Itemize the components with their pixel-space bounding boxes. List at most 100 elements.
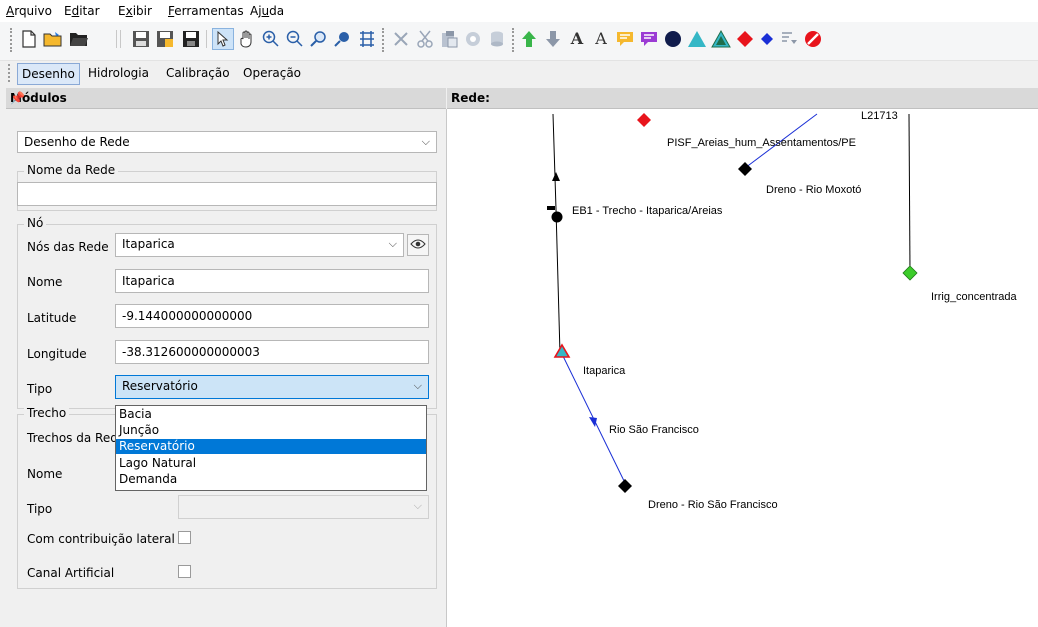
- label-pisf: PISF_Areias_hum_Assentamentos/PE: [667, 137, 856, 149]
- dropdown-option-reservatorio[interactable]: Reservatório: [116, 439, 426, 454]
- zoom-window-icon[interactable]: [332, 28, 354, 50]
- cut-icon[interactable]: [414, 28, 436, 50]
- label-show-icon[interactable]: [614, 28, 636, 50]
- network-diagram: [547, 113, 918, 493]
- menu-arquivo[interactable]: Arquivo: [6, 4, 52, 18]
- tab-hidrologia[interactable]: Hidrologia: [84, 63, 153, 83]
- open-folder-dark-icon[interactable]: [68, 28, 90, 50]
- save-as-icon[interactable]: [154, 28, 176, 50]
- chevron-down-icon: ⌵: [388, 237, 397, 250]
- toolbar-grip[interactable]: [10, 28, 15, 52]
- network-name-input[interactable]: [17, 182, 437, 206]
- menu-exibir[interactable]: Exibir: [118, 4, 152, 18]
- artificial-canal-checkbox[interactable]: [178, 565, 191, 578]
- toolbar: A A: [0, 22, 1038, 61]
- tab-operacao[interactable]: Operação: [239, 63, 305, 83]
- module-select-value: Desenho de Rede: [24, 135, 130, 149]
- dropdown-option-lago-natural[interactable]: Lago Natural: [116, 456, 426, 471]
- link-irrig[interactable]: [908, 113, 911, 273]
- module-tab-bar: Desenho Hidrologia Calibração Operação: [0, 62, 1038, 86]
- save-all-icon[interactable]: [180, 28, 202, 50]
- menu-ajuda[interactable]: Ajuda: [250, 4, 284, 18]
- reach-type-select[interactable]: ⌵: [178, 495, 429, 519]
- label-dreno-sao-francisco: Dreno - Rio São Francisco: [648, 499, 778, 511]
- label-irrig: Irrig_concentrada: [931, 291, 1017, 303]
- label-eb1: EB1 - Trecho - Itaparica/Areias: [572, 205, 723, 217]
- modules-panel-header: Módulos 📌: [6, 88, 446, 109]
- label-rio-sao-francisco: Rio São Francisco: [609, 424, 699, 436]
- nodes-select-value: Itaparica: [122, 237, 175, 251]
- zoom-extent-icon[interactable]: [308, 28, 330, 50]
- node-group-title: Nó: [24, 216, 47, 230]
- node-lake-icon[interactable]: [710, 28, 732, 50]
- font-decrease-icon[interactable]: A: [590, 28, 612, 50]
- pump-station-eb1[interactable]: [547, 206, 563, 223]
- stop-icon[interactable]: [802, 28, 824, 50]
- menu-ferramentas[interactable]: Ferramentas: [168, 4, 244, 18]
- move-down-icon[interactable]: [542, 28, 564, 50]
- nodes-select[interactable]: Itaparica ⌵: [115, 233, 404, 257]
- module-select[interactable]: Desenho de Rede ⌵: [17, 131, 437, 153]
- pin-icon[interactable]: 📌: [10, 91, 438, 105]
- view-node-button[interactable]: [407, 234, 429, 256]
- font-increase-icon[interactable]: A: [566, 28, 588, 50]
- nodes-label: Nós das Rede: [27, 240, 109, 254]
- lateral-contribution-checkbox[interactable]: [178, 531, 191, 544]
- zoom-out-icon[interactable]: [284, 28, 306, 50]
- chevron-down-icon: ⌵: [413, 379, 422, 392]
- reach-group-title: Trecho: [24, 406, 70, 420]
- menu-editar[interactable]: Editar: [64, 4, 100, 18]
- node-basin-icon[interactable]: [662, 28, 684, 50]
- node-type-select[interactable]: Reservatório ⌵: [115, 375, 429, 399]
- dropdown-option-bacia[interactable]: Bacia: [116, 407, 426, 422]
- network-canvas[interactable]: L21713 PISF_Areias_hum_Assentamentos/PE …: [447, 109, 1038, 627]
- node-reservoir-icon[interactable]: [686, 28, 708, 50]
- tab-desenho[interactable]: Desenho: [17, 63, 80, 85]
- database-icon[interactable]: [486, 28, 508, 50]
- drain-node-sao-francisco[interactable]: [618, 479, 632, 493]
- move-up-icon[interactable]: [518, 28, 540, 50]
- new-file-icon[interactable]: [18, 28, 40, 50]
- latitude-input[interactable]: -9.144000000000000: [115, 304, 429, 328]
- network-name-group-title: Nome da Rede: [24, 163, 119, 177]
- longitude-input[interactable]: -38.312600000000003: [115, 340, 429, 364]
- node-name-label: Nome: [27, 275, 63, 289]
- eye-icon: [410, 238, 426, 252]
- flow-arrow-icon: [552, 172, 560, 181]
- node-type-dropdown-list: Bacia Junção Reservatório Lago Natural D…: [115, 405, 427, 491]
- node-type-select-value: Reservatório: [122, 379, 198, 393]
- chevron-down-icon: ⌵: [413, 499, 422, 512]
- label-dreno-moxoto: Dreno - Rio Moxotó: [766, 184, 862, 196]
- junction-node-irrig[interactable]: [902, 265, 918, 281]
- label-top-partial: L21713: [861, 110, 898, 122]
- demand-node-pisf[interactable]: [637, 113, 651, 127]
- properties-icon[interactable]: [462, 28, 484, 50]
- dropdown-option-demanda[interactable]: Demanda: [116, 472, 426, 487]
- node-name-input[interactable]: Itaparica: [115, 269, 429, 293]
- modules-panel: Desenho de Rede ⌵ Nome da Rede Nó Nós da…: [6, 109, 447, 627]
- reach-type-label: Tipo: [27, 502, 53, 516]
- tab-calibracao[interactable]: Calibração: [162, 63, 234, 83]
- reach-name-label: Nome: [27, 467, 63, 481]
- chevron-down-icon: ⌵: [421, 135, 430, 148]
- link-upstream[interactable]: [552, 113, 557, 210]
- select-pointer-icon[interactable]: [212, 28, 234, 50]
- artificial-canal-label: Canal Artificial: [27, 566, 115, 580]
- lateral-contribution-label: Com contribuição lateral: [27, 532, 175, 546]
- save-icon[interactable]: [130, 28, 152, 50]
- network-panel-header: Rede:: [447, 88, 1038, 109]
- open-folder-icon[interactable]: [42, 28, 64, 50]
- paste-icon[interactable]: [438, 28, 460, 50]
- node-junction-icon[interactable]: [756, 28, 778, 50]
- pan-hand-icon[interactable]: [236, 28, 258, 50]
- delete-x-icon[interactable]: [390, 28, 412, 50]
- dropdown-option-juncao[interactable]: Junção: [116, 423, 426, 438]
- reservoir-node-itaparica[interactable]: [553, 343, 571, 358]
- longitude-label: Longitude: [27, 347, 87, 361]
- filter-icon[interactable]: [778, 28, 800, 50]
- grid-icon[interactable]: [356, 28, 378, 50]
- link-eb1-itaparica[interactable]: [555, 208, 561, 355]
- zoom-in-icon[interactable]: [260, 28, 282, 50]
- node-demand-icon[interactable]: [734, 28, 756, 50]
- label-hide-icon[interactable]: [638, 28, 660, 50]
